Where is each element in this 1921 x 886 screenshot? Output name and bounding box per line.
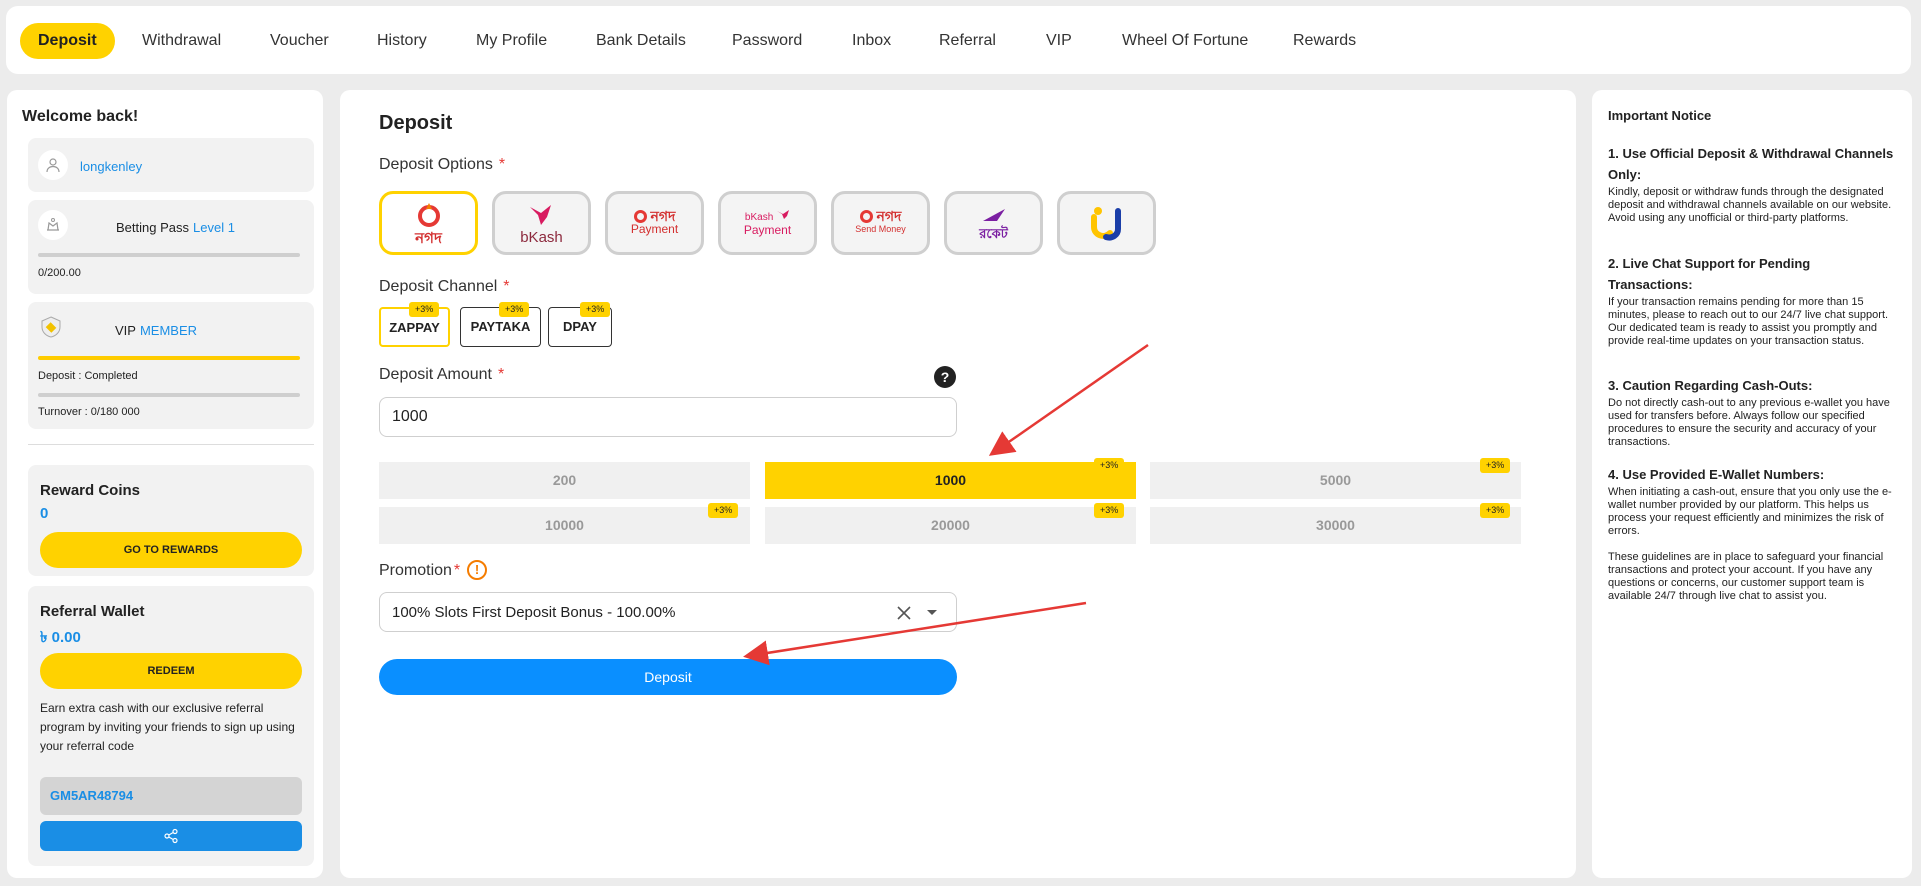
deposit-progress-bar [38,356,300,360]
amount-1000-badge: +3% [1094,458,1125,473]
channel-paytaka-badge: +3% [499,302,530,317]
username[interactable]: longkenley [80,159,142,174]
option-nagad-payment[interactable]: নগদ Payment [605,191,704,255]
bkash-logo: bKash [520,203,563,245]
deposit-channel-label: Deposit Channel * [379,278,510,295]
amount-10000[interactable]: 10000 [379,507,750,544]
referral-wallet-title: Referral Wallet [40,603,145,620]
notice-item-4: 4. Use Provided E-Wallet Numbers: When i… [1608,467,1892,537]
promotion-select[interactable]: 100% Slots First Deposit Bonus - 100.00% [379,592,957,632]
chevron-down-icon[interactable] [926,609,938,617]
amount-20000-badge: +3% [1094,503,1125,518]
tab-voucher[interactable]: Voucher [270,23,329,59]
reward-coins-title: Reward Coins [40,482,141,499]
option-bkash-payment[interactable]: bKash Payment [718,191,817,255]
reward-coins-value: 0 [40,505,49,522]
account-sidebar: Welcome back! longkenley Betting Pass Lev… [7,90,323,878]
info-icon[interactable]: ! [467,560,487,580]
deposit-amount-label: Deposit Amount * [379,366,505,383]
option-nagad-send-money[interactable]: নগদ Send Money [831,191,930,255]
help-icon[interactable]: ? [934,366,956,388]
turnover-progress-bar [38,393,300,397]
tab-bank-details[interactable]: Bank Details [596,23,686,59]
betting-pass-progress-bar [38,253,300,257]
amount-30000[interactable]: 30000 [1150,507,1521,544]
bkash-bird-icon [530,204,552,225]
amount-1000[interactable]: 1000 [765,462,1136,499]
notice-item-3: 3. Caution Regarding Cash-Outs: Do not d… [1608,378,1890,448]
deposit-amount-input[interactable]: 1000 [379,397,957,437]
vip-tier: MEMBER [139,323,198,338]
amount-30000-badge: +3% [1480,503,1511,518]
upay-logo-icon [1090,207,1121,241]
amount-200[interactable]: 200 [379,462,750,499]
amount-5000-badge: +3% [1480,458,1511,473]
tab-history[interactable]: History [377,23,427,59]
amount-10000-badge: +3% [708,503,739,518]
option-rocket[interactable]: রকেট [944,191,1043,255]
vip-label: VIP MEMBER [115,323,198,338]
option-nagad[interactable]: নগদ [379,191,478,255]
option-upay[interactable] [1057,191,1156,255]
channel-zappay-badge: +3% [409,302,440,317]
amount-5000[interactable]: 5000 [1150,462,1521,499]
tab-inbox[interactable]: Inbox [852,23,891,59]
rocket-icon [982,208,1005,221]
option-bkash[interactable]: bKash [492,191,591,255]
nagad-send-money-logo: নগদ Send Money [855,207,906,235]
sidebar-divider [28,444,314,445]
tab-deposit[interactable]: Deposit [20,23,115,59]
amount-20000[interactable]: 20000 [765,507,1136,544]
page-title: Deposit [379,112,453,134]
promotion-label: Promotion * [379,562,461,579]
deposit-button[interactable]: Deposit [379,659,957,695]
referral-wallet-card: Referral Wallet ৳ 0.00 REDEEM Earn extra… [28,586,314,866]
important-notice-panel: Important Notice 1. Use Official Deposit… [1592,90,1912,878]
nagad-payment-logo: নগদ Payment [630,207,679,237]
notice-item-1: 1. Use Official Deposit & Withdrawal Cha… [1608,146,1894,224]
vip-shield-icon [41,316,61,338]
bkash-bird-small-icon [777,210,790,219]
betting-pass-card: Betting Pass Level 1 0/200.00 [28,200,314,294]
reward-coins-card: Reward Coins 0 GO TO REWARDS [28,465,314,576]
top-nav: Deposit Withdrawal Voucher History My Pr… [6,6,1911,74]
referral-wallet-value: ৳ 0.00 [40,629,81,646]
tab-rewards[interactable]: Rewards [1293,23,1356,59]
bkash-payment-logo: bKash Payment [744,209,791,237]
channel-dpay-badge: +3% [580,302,611,317]
betting-pass-level: Level 1 [193,220,235,235]
referral-description: Earn extra cash with our exclusive refer… [40,701,295,753]
deposit-panel: Deposit Deposit Options * নগদ bKash নগদ P… [340,90,1576,878]
nagad-logo: নগদ [414,202,444,246]
betting-pass-icon [38,210,68,240]
nagad-icon [417,202,440,227]
deposit-options-label: Deposit Options * [379,156,506,173]
referral-code[interactable]: GM5AR48794 [40,777,302,815]
vip-card: VIP MEMBER Deposit : Completed Turnover :… [28,302,314,429]
go-to-rewards-button[interactable]: GO TO REWARDS [40,532,302,568]
redeem-button[interactable]: REDEEM [40,653,302,689]
betting-pass-progress-text: 0/200.00 [38,267,81,279]
tab-wheel-of-fortune[interactable]: Wheel Of Fortune [1122,23,1248,59]
welcome-text: Welcome back! [22,108,139,125]
notice-footer: These guidelines are in place to safegua… [1608,551,1884,602]
user-icon [38,150,68,180]
tab-referral[interactable]: Referral [939,23,996,59]
turnover-text: Turnover : 0/180 000 [38,406,140,418]
notice-title: Important Notice [1608,108,1712,123]
deposit-status-text: Deposit : Completed [38,370,138,382]
tab-withdrawal[interactable]: Withdrawal [142,23,221,59]
tab-vip[interactable]: VIP [1046,23,1072,59]
share-icon [164,828,178,844]
betting-pass-label: Betting Pass Level 1 [116,220,235,235]
notice-item-2: 2. Live Chat Support for Pending Transac… [1608,256,1889,347]
user-card: longkenley [28,138,314,192]
share-button[interactable] [40,821,302,851]
rocket-logo: রকেট [979,207,1009,240]
tab-password[interactable]: Password [732,23,802,59]
tab-my-profile[interactable]: My Profile [476,23,547,59]
clear-icon[interactable] [897,606,911,620]
promotion-value: 100% Slots First Deposit Bonus - 100.00% [392,604,676,621]
